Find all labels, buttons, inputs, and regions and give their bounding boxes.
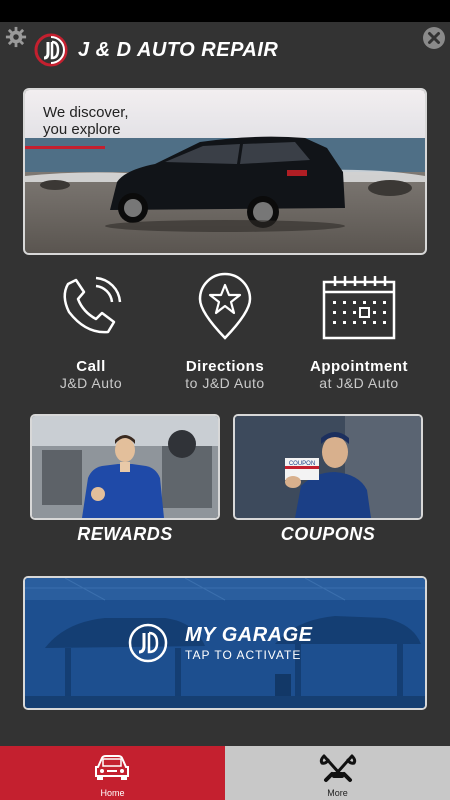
coupons-card[interactable]: COUPON (233, 414, 423, 520)
appointment-action[interactable]: Appointment at J&D Auto (284, 272, 434, 391)
garage-text: MY GARAGE TAP TO ACTIVATE (185, 624, 312, 662)
rewards-label[interactable]: REWARDS (30, 524, 220, 545)
tab-home-label: Home (100, 788, 125, 798)
map-pin-star-icon (198, 272, 252, 340)
settings-gear-icon[interactable] (5, 26, 27, 48)
hero-tagline: We discover, you explore (43, 104, 129, 138)
calendar-icon (322, 276, 396, 340)
hero-accent-line (25, 146, 105, 149)
app-title: J & D AUTO REPAIR (78, 38, 279, 61)
jd-garage-logo-icon (128, 623, 168, 663)
hero-tagline-line2: you explore (43, 121, 121, 138)
close-icon[interactable] (422, 26, 446, 50)
coupons-mechanic-photo: COUPON (235, 416, 421, 518)
car-icon (95, 755, 129, 780)
phone-icon (63, 276, 122, 334)
quick-actions: Call J&D Auto Directions to J&D Auto App… (0, 272, 450, 402)
coupons-label[interactable]: COUPONS (233, 524, 423, 545)
directions-action[interactable]: Directions to J&D Auto (150, 272, 300, 391)
directions-title: Directions (185, 358, 265, 375)
call-title: Call (76, 358, 106, 375)
jd-logo-icon (34, 33, 68, 67)
hero-tagline-line1: We discover, (43, 104, 129, 121)
appointment-subtitle: at J&D Auto (319, 375, 399, 391)
status-bar (0, 0, 450, 22)
rewards-card[interactable] (30, 414, 220, 520)
tools-icon (319, 754, 357, 782)
garage-subtitle: TAP TO ACTIVATE (185, 648, 302, 662)
rewards-mechanic-photo (32, 416, 218, 518)
call-action[interactable]: Call J&D Auto (16, 272, 166, 391)
directions-subtitle: to J&D Auto (185, 375, 265, 391)
garage-title: MY GARAGE (185, 624, 313, 646)
tab-more-label: More (327, 788, 348, 798)
app-screen: J & D AUTO REPAIR We discover, you explo… (0, 22, 450, 746)
my-garage-banner[interactable]: MY GARAGE TAP TO ACTIVATE (23, 576, 427, 710)
tab-bar: Home More (0, 746, 450, 800)
tab-home[interactable]: Home (0, 746, 225, 800)
call-subtitle: J&D Auto (59, 375, 123, 391)
tab-more[interactable]: More (225, 746, 450, 800)
coupon-tag-text: COUPON (289, 461, 315, 467)
app-logo: J & D AUTO REPAIR (34, 33, 279, 67)
hero-banner[interactable]: We discover, you explore (23, 88, 427, 255)
appointment-title: Appointment (310, 358, 408, 375)
